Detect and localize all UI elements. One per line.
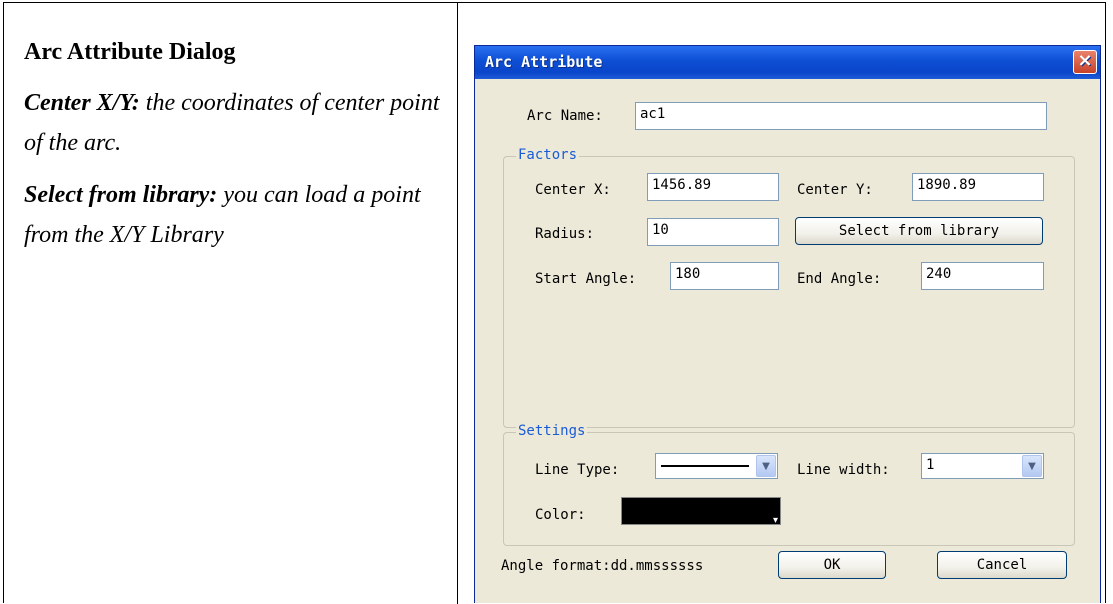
dialog-title: Arc Attribute: [485, 53, 603, 71]
line-type-label: Line Type:: [535, 462, 620, 478]
line-width-label: Line width:: [797, 462, 890, 478]
ok-button[interactable]: OK: [778, 551, 886, 579]
center-x-label: Center X:: [535, 182, 611, 198]
dropdown-corner-icon: ▾: [772, 515, 778, 526]
center-xy-term: Center X/Y:: [24, 90, 140, 116]
chevron-down-icon[interactable]: ▼: [1022, 455, 1042, 477]
select-library-description: Select from library: you can load a poin…: [24, 175, 449, 255]
radius-field[interactable]: 10: [647, 218, 779, 246]
line-type-sample: [661, 465, 749, 467]
center-y-label: Center Y:: [797, 182, 873, 198]
factors-legend: Factors: [516, 147, 580, 163]
close-button[interactable]: ×: [1073, 50, 1097, 74]
end-angle-field[interactable]: 240: [921, 262, 1044, 290]
color-picker[interactable]: ▾: [621, 497, 781, 526]
settings-legend: Settings: [516, 423, 588, 439]
start-angle-label: Start Angle:: [535, 271, 637, 287]
end-angle-label: End Angle:: [797, 271, 882, 287]
color-label: Color:: [535, 507, 586, 523]
arc-name-field[interactable]: ac1: [635, 102, 1047, 130]
dialog-titlebar[interactable]: Arc Attribute ×: [475, 46, 1100, 79]
line-width-select[interactable]: 1 ▼: [921, 453, 1044, 479]
chevron-down-icon[interactable]: ▼: [756, 455, 776, 477]
center-y-field[interactable]: 1890.89: [912, 173, 1044, 201]
angle-format-label: Angle format:dd.mmssssss: [501, 558, 704, 574]
cancel-button[interactable]: Cancel: [937, 551, 1067, 579]
radius-label: Radius:: [535, 226, 595, 242]
arc-name-label: Arc Name:: [527, 108, 603, 124]
column-divider: [457, 3, 458, 604]
description-column: Arc Attribute Dialog Center X/Y: the coo…: [24, 37, 449, 267]
center-x-field[interactable]: 1456.89: [647, 173, 779, 201]
center-xy-description: Center X/Y: the coordinates of center po…: [24, 83, 449, 163]
line-type-select[interactable]: ▼: [655, 453, 778, 479]
arc-attribute-dialog: Arc Attribute × Arc Name: ac1 Factors Ce…: [474, 45, 1101, 603]
settings-group: Settings: [503, 423, 1075, 546]
select-library-term: Select from library:: [24, 182, 218, 208]
select-from-library-button[interactable]: Select from library: [795, 217, 1043, 245]
line-width-value: 1: [926, 457, 935, 473]
start-angle-field[interactable]: 180: [670, 262, 779, 290]
section-heading: Arc Attribute Dialog: [24, 39, 236, 65]
